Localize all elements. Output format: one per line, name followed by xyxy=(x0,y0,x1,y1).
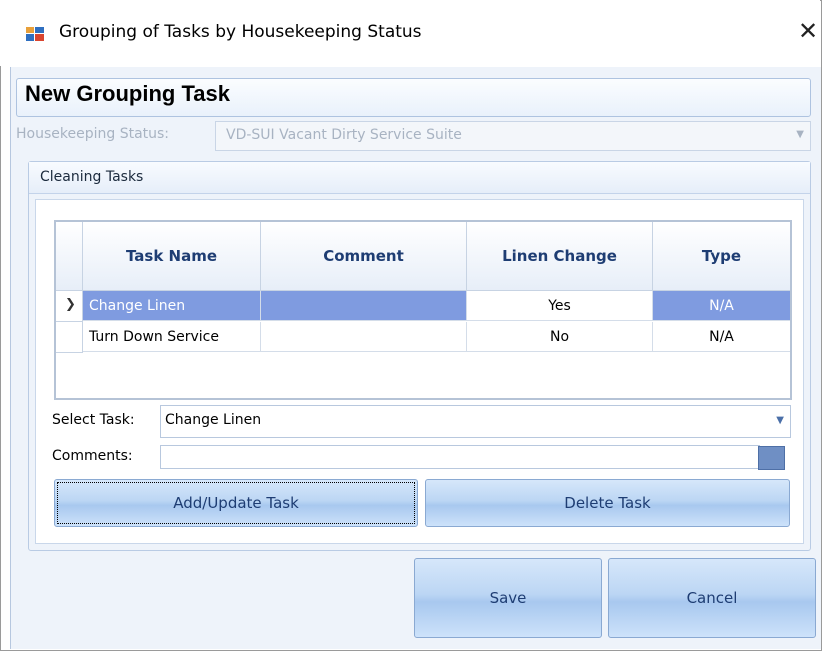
cell-type[interactable]: N/A xyxy=(653,291,790,321)
window-title: Grouping of Tasks by Housekeeping Status xyxy=(59,22,422,42)
app-grid-icon xyxy=(26,27,44,41)
row-indicator-icon: ❯ xyxy=(65,297,76,312)
column-header-type[interactable]: Type xyxy=(653,222,790,290)
cleaning-tasks-group-title: Cleaning Tasks xyxy=(40,169,144,185)
cell-task-name[interactable]: Change Linen xyxy=(83,291,261,321)
cleaning-tasks-group-header: Cleaning Tasks xyxy=(29,162,810,194)
cell-linen-change[interactable]: No xyxy=(467,322,653,352)
comments-label: Comments: xyxy=(52,448,133,464)
select-task-row: Select Task: Change Linen ▼ xyxy=(52,405,791,439)
row-selector[interactable]: ❯ xyxy=(56,291,83,322)
tasks-grid[interactable]: Task Name Comment Linen Change Type ❯ Ch… xyxy=(54,220,792,400)
housekeeping-status-dropdown[interactable]: VD-SUI Vacant Dirty Service Suite ▼ xyxy=(215,121,811,151)
grid-corner-header xyxy=(56,222,83,290)
page-header: New Grouping Task xyxy=(16,78,811,117)
housekeeping-status-row: Housekeeping Status: VD-SUI Vacant Dirty… xyxy=(16,121,811,151)
row-selector[interactable] xyxy=(56,322,83,353)
housekeeping-status-label: Housekeeping Status: xyxy=(16,126,170,142)
chevron-down-icon[interactable]: ▼ xyxy=(776,415,784,426)
cell-comment[interactable] xyxy=(261,322,467,352)
select-task-value: Change Linen xyxy=(165,412,262,428)
comments-row: Comments: xyxy=(52,443,790,471)
cell-type[interactable]: N/A xyxy=(653,322,790,352)
delete-task-button[interactable]: Delete Task xyxy=(425,479,790,527)
column-header-linen-change[interactable]: Linen Change xyxy=(467,222,653,290)
cell-comment[interactable] xyxy=(261,291,467,321)
column-header-comment[interactable]: Comment xyxy=(261,222,467,290)
comments-input[interactable] xyxy=(160,445,760,469)
comments-edit-button[interactable] xyxy=(758,446,785,470)
cancel-button[interactable]: Cancel xyxy=(608,558,816,638)
select-task-dropdown[interactable]: Change Linen ▼ xyxy=(160,405,791,438)
select-task-label: Select Task: xyxy=(52,412,135,428)
cell-task-name[interactable]: Turn Down Service xyxy=(83,322,261,352)
add-update-task-button[interactable]: Add/Update Task xyxy=(54,479,418,527)
save-button[interactable]: Save xyxy=(414,558,602,638)
column-header-task-name[interactable]: Task Name xyxy=(83,222,261,290)
chevron-down-icon: ▼ xyxy=(796,129,804,140)
close-icon[interactable]: ✕ xyxy=(795,16,821,46)
cell-linen-change[interactable]: Yes xyxy=(467,291,653,321)
page-title: New Grouping Task xyxy=(25,81,230,106)
title-bar: Grouping of Tasks by Housekeeping Status… xyxy=(0,0,820,66)
housekeeping-status-value: VD-SUI Vacant Dirty Service Suite xyxy=(226,127,462,143)
